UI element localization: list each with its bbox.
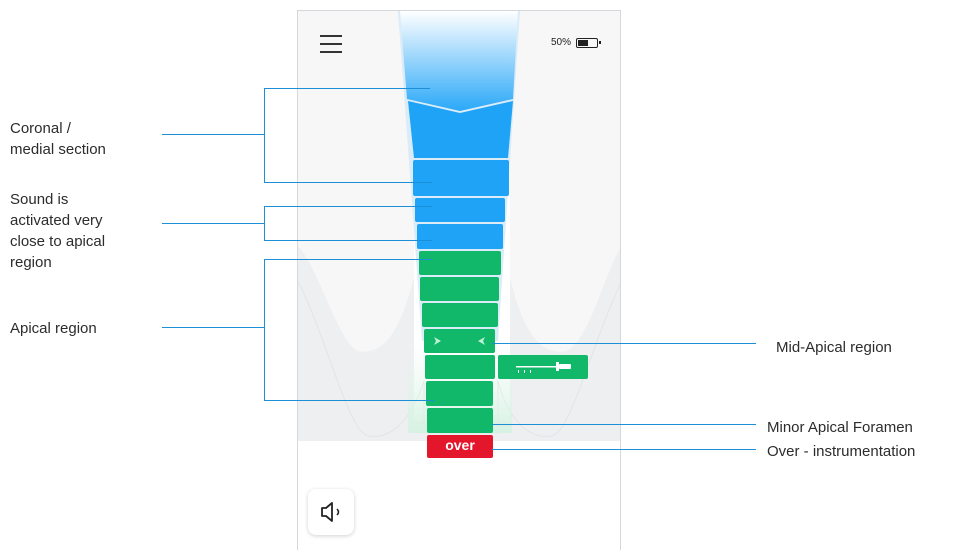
bracket-coronal bbox=[264, 88, 265, 183]
menu-icon[interactable] bbox=[320, 35, 342, 53]
segment-apical-7 bbox=[427, 408, 493, 433]
bracket-sound-bottom bbox=[264, 240, 432, 241]
bracket-coronal-bottom bbox=[264, 182, 432, 183]
segment-top bbox=[400, 11, 518, 111]
leader-over bbox=[492, 449, 756, 450]
segment-apical-5 bbox=[425, 355, 495, 379]
bracket-coronal-top bbox=[264, 88, 430, 89]
callout-coronal: Coronal / medial section bbox=[10, 118, 106, 160]
file-position-indicator bbox=[498, 355, 588, 379]
arrow-left-icon bbox=[478, 337, 485, 345]
mid-apical-arrows bbox=[434, 337, 485, 345]
callout-coronal-line1: Coronal / bbox=[10, 120, 71, 137]
callout-sound-line4: region bbox=[10, 254, 52, 271]
leader-apical bbox=[162, 327, 264, 328]
callout-coronal-line2: medial section bbox=[10, 141, 106, 158]
segment-over: over bbox=[427, 435, 493, 458]
segment-coronal-3 bbox=[413, 160, 509, 196]
callout-sound: Sound is activated very close to apical … bbox=[10, 189, 105, 273]
callout-over-instrumentation: Over - instrumentation bbox=[767, 443, 916, 460]
file-instrument-icon bbox=[516, 362, 571, 373]
callout-minor-foramen: Minor Apical Foramen bbox=[767, 419, 913, 436]
callout-apical-line1: Apical region bbox=[10, 320, 97, 337]
battery-status: 50% bbox=[551, 37, 602, 48]
phone-screen: 50% over bbox=[297, 10, 621, 550]
segment-apical-1 bbox=[419, 251, 501, 275]
bracket-apical bbox=[264, 259, 265, 401]
bracket-sound bbox=[264, 206, 265, 241]
segment-sound-2 bbox=[417, 224, 503, 249]
leader-mid-apical bbox=[492, 343, 756, 344]
bracket-apical-bottom bbox=[264, 400, 434, 401]
segment-apical-2 bbox=[420, 277, 499, 301]
leader-sound bbox=[162, 223, 264, 224]
bracket-sound-top bbox=[264, 206, 432, 207]
bracket-apical-top bbox=[264, 259, 432, 260]
segment-apical-3 bbox=[422, 303, 498, 327]
arrow-right-icon bbox=[434, 337, 441, 345]
battery-icon bbox=[576, 37, 602, 48]
over-label: over bbox=[445, 437, 475, 453]
callout-mid-apical: Mid-Apical region bbox=[776, 339, 892, 356]
callout-sound-line2: activated very bbox=[10, 212, 103, 229]
callout-sound-line3: close to apical bbox=[10, 233, 106, 250]
segment-mid-apical bbox=[424, 329, 495, 353]
sound-button[interactable] bbox=[308, 489, 354, 535]
battery-percent: 50% bbox=[551, 37, 572, 48]
segment-sound-1 bbox=[415, 198, 505, 222]
leader-minor-foramen bbox=[492, 424, 756, 425]
segment-apical-6 bbox=[426, 381, 493, 406]
speaker-icon bbox=[321, 502, 340, 522]
callout-sound-line1: Sound is bbox=[10, 191, 69, 208]
callout-apical: Apical region bbox=[10, 318, 97, 339]
leader-coronal bbox=[162, 134, 264, 135]
